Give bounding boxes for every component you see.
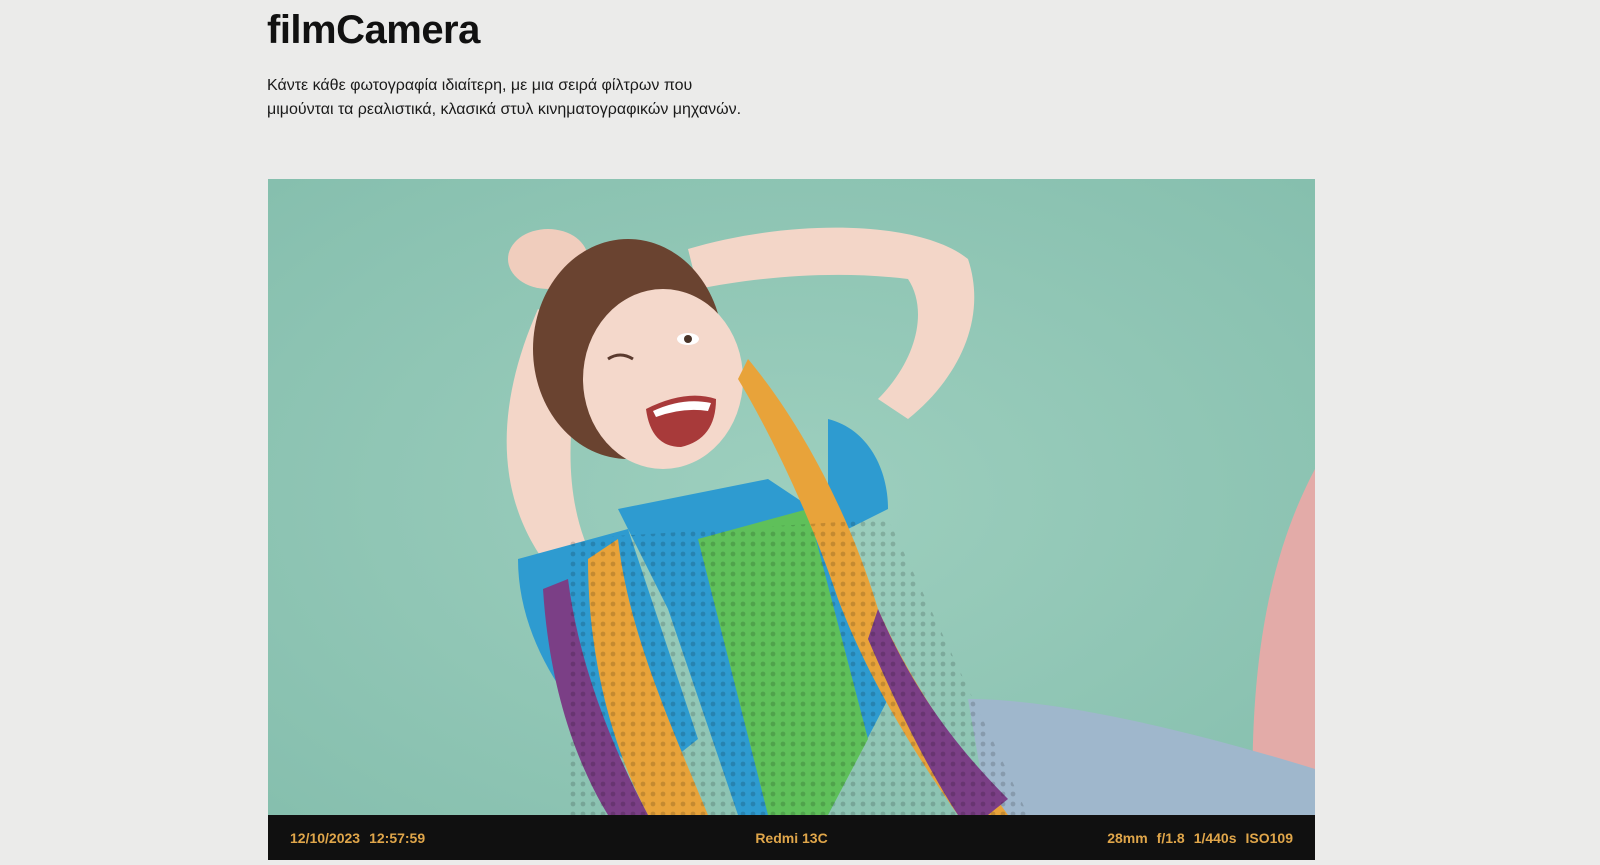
feature-description: Κάντε κάθε φωτογραφία ιδιαίτερη, με μια … [267,74,787,122]
description-line-1: Κάντε κάθε φωτογραφία ιδιαίτερη, με μια … [267,77,693,94]
exif-shutter: 1/440s [1193,829,1237,846]
page-title: filmCamera [267,8,480,52]
photo-illustration [268,179,1315,815]
sample-photo [268,179,1315,815]
page: filmCamera Κάντε κάθε φωτογραφία ιδιαίτε… [0,0,1600,865]
exif-iso: ISO109 [1245,829,1293,846]
exif-date: 12/10/2023 [290,829,361,846]
exif-focal-length: 28mm [1107,829,1148,846]
description-line-2: μιμούνται τα ρεαλιστικά, κλασικά στυλ κι… [267,101,742,118]
exif-time: 12:57:59 [369,829,426,846]
exif-datetime: 12/10/2023 12:57:59 [290,830,425,846]
exif-aperture: f/1.8 [1156,829,1185,846]
exif-info-strip: 12/10/2023 12:57:59 Redmi 13C 28mm f/1.8… [268,815,1315,860]
exif-settings: 28mm f/1.8 1/440s ISO109 [1107,830,1293,846]
exif-device: Redmi 13C [755,829,828,846]
